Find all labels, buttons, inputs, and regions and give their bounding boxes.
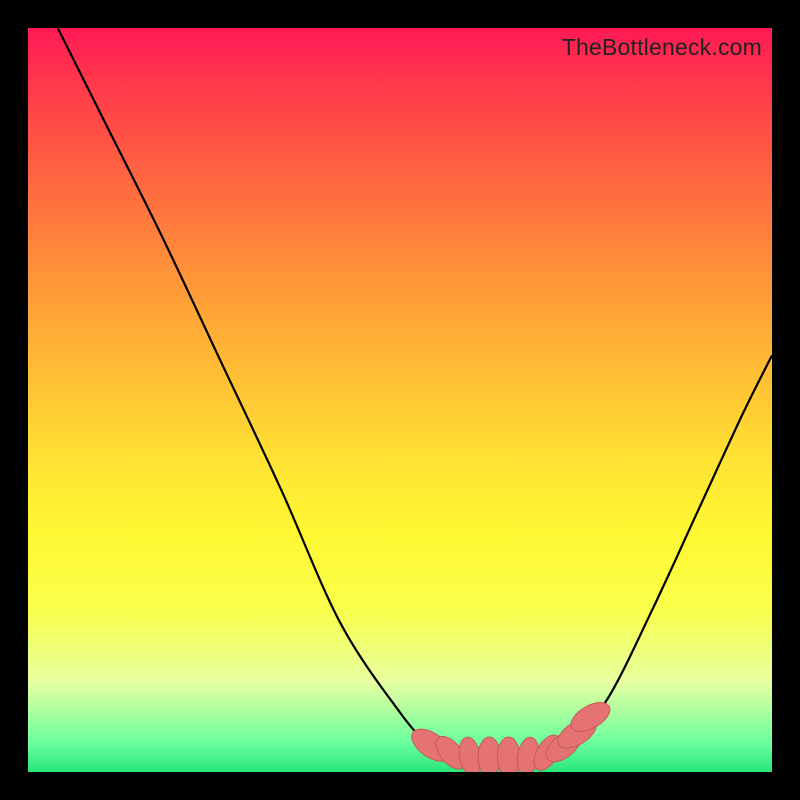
- watermark-text: TheBottleneck.com: [562, 34, 762, 61]
- curve-markers: [406, 696, 615, 772]
- marker-pill: [406, 723, 456, 768]
- marker-pill: [456, 736, 483, 772]
- marker-pill: [497, 737, 519, 772]
- marker-pill: [529, 731, 566, 772]
- marker-pill: [514, 736, 541, 772]
- marker-pill: [541, 724, 587, 768]
- bottleneck-curve: [58, 28, 772, 758]
- marker-pill: [566, 696, 615, 737]
- chart-area: TheBottleneck.com: [28, 28, 772, 772]
- marker-pill: [430, 731, 471, 772]
- marker-pill: [553, 712, 601, 754]
- marker-pill: [478, 737, 500, 772]
- chart-svg: [28, 28, 772, 772]
